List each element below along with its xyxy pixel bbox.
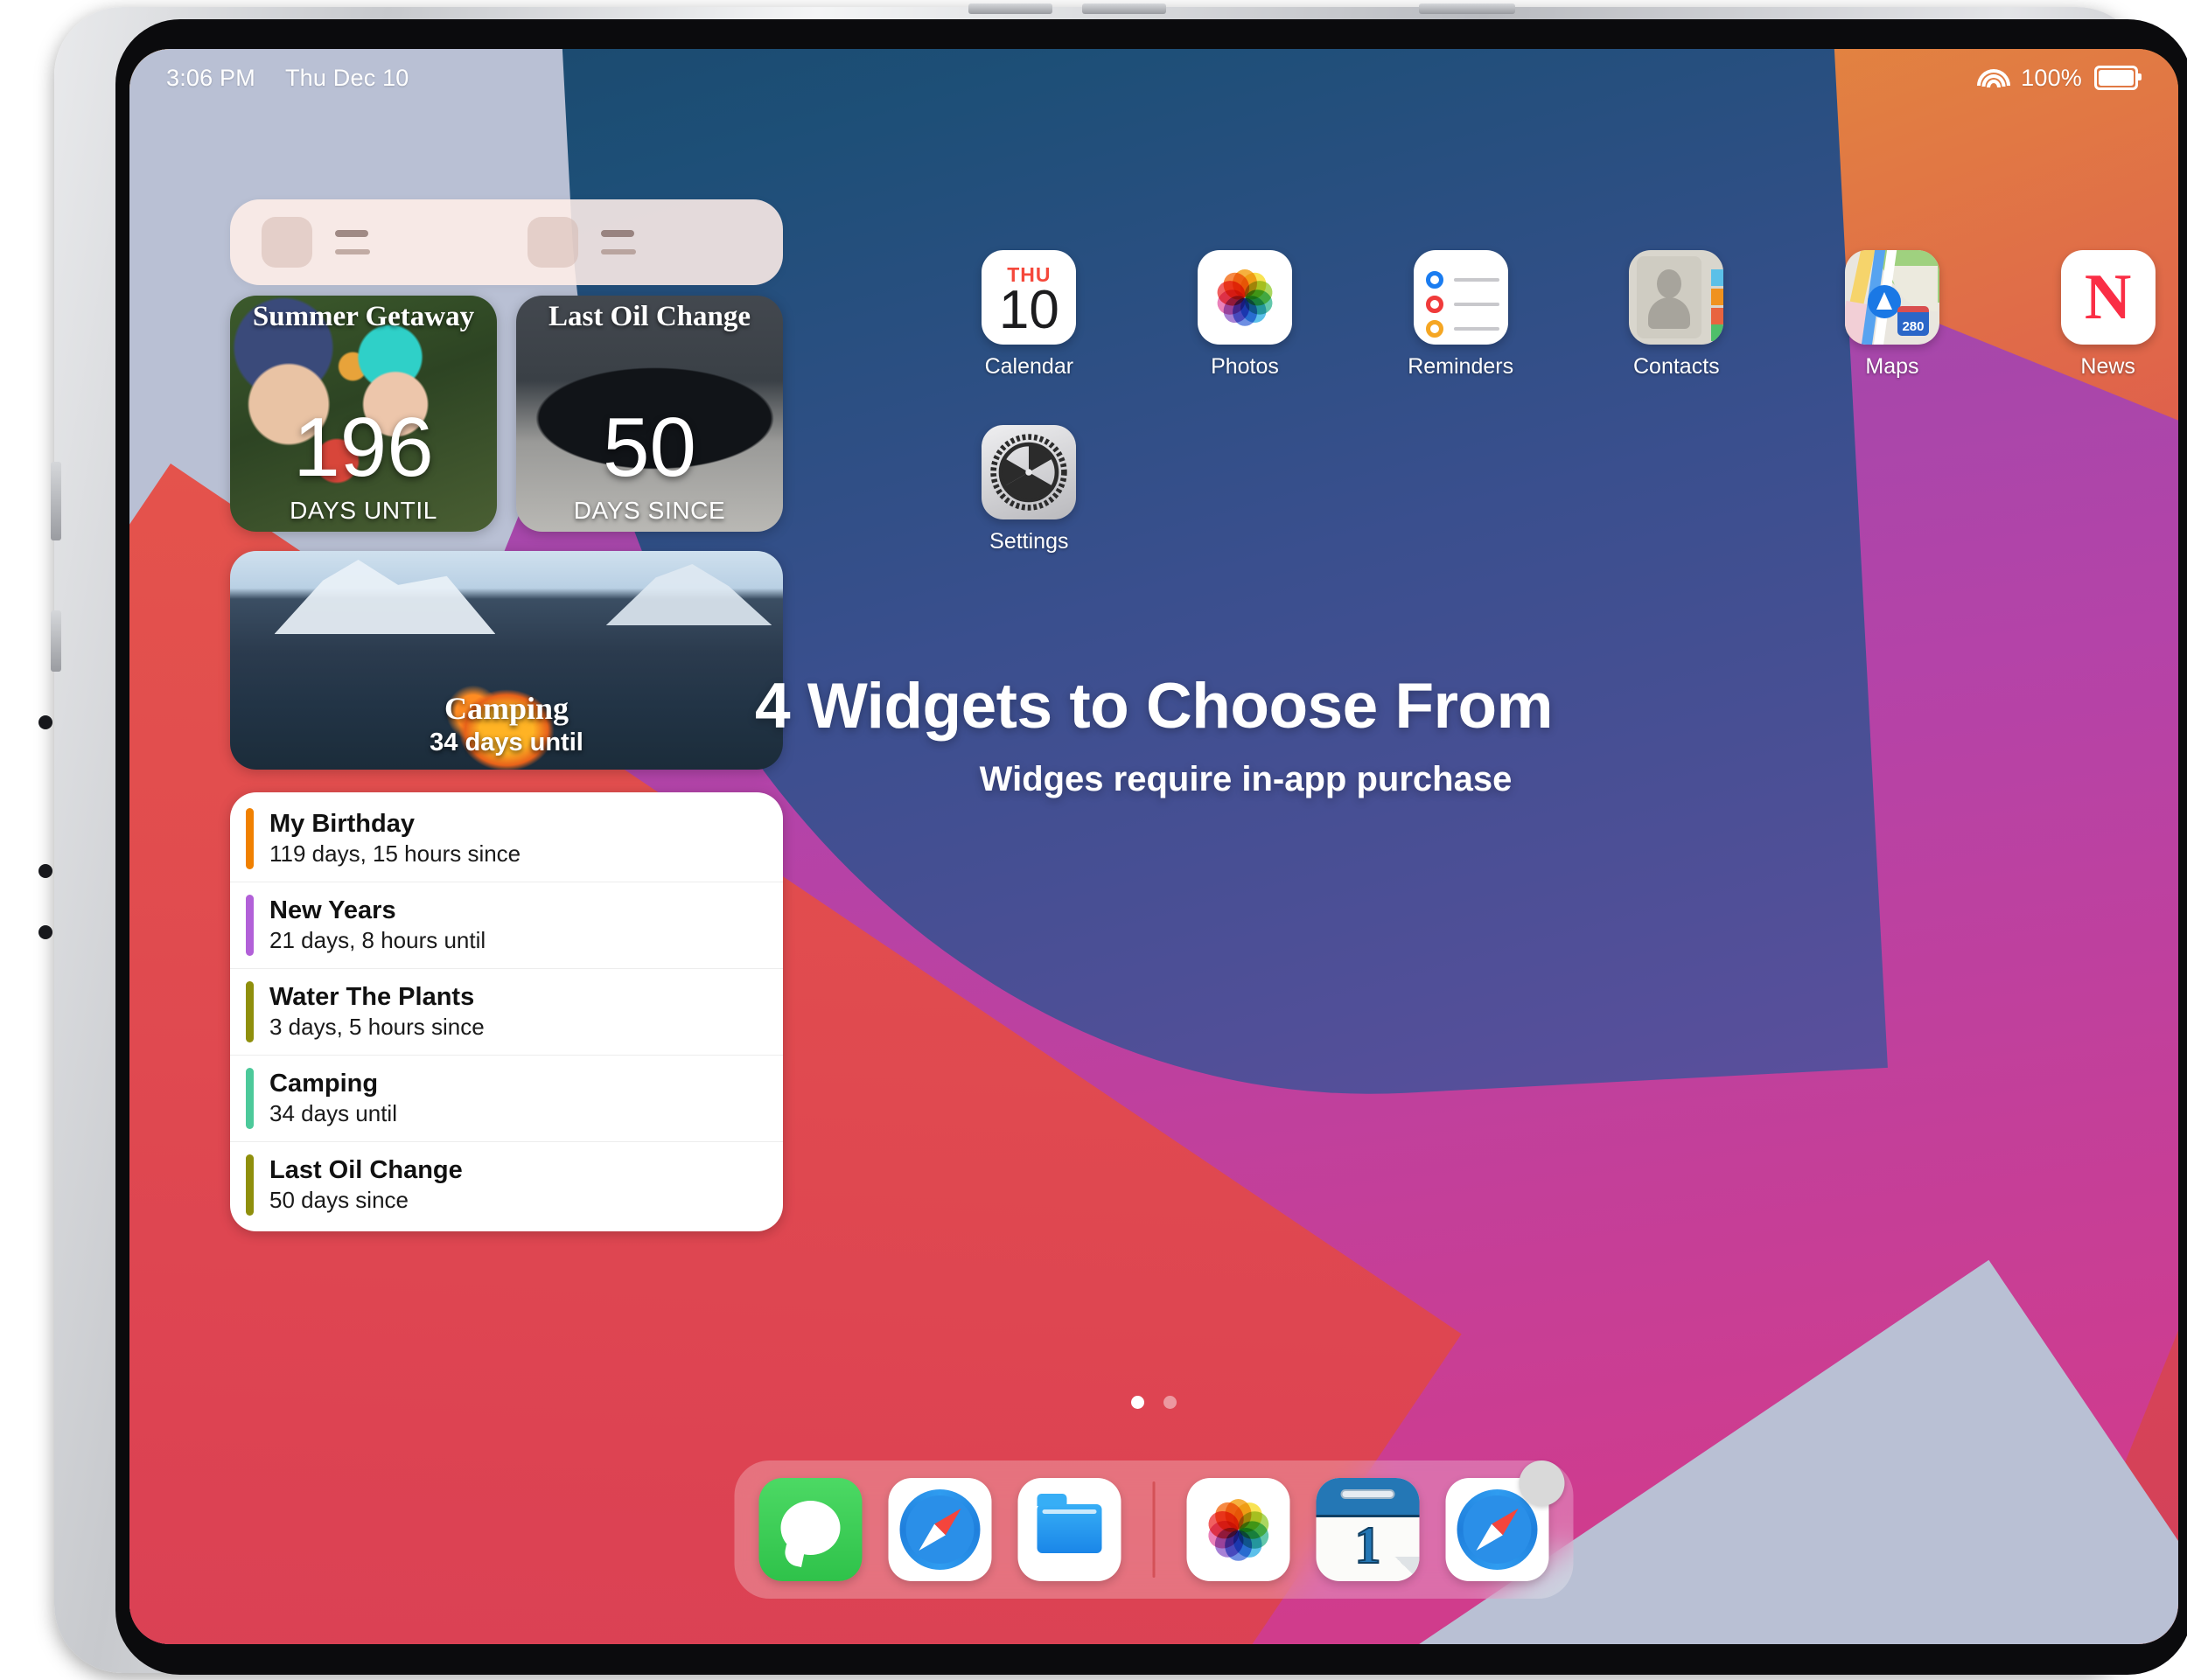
app-label: Reminders	[1408, 354, 1514, 379]
app-label: Settings	[989, 529, 1069, 554]
list-item-detail: 50 days since	[269, 1187, 409, 1214]
list-item-title: My Birthday	[269, 810, 415, 838]
safari-icon	[899, 1489, 981, 1570]
app-settings[interactable]: Settings	[921, 425, 1137, 554]
calendar-day-number: 10	[998, 279, 1059, 340]
files-icon	[1037, 1494, 1102, 1553]
list-item-title: New Years	[269, 896, 396, 925]
widget-title: Last Oil Change	[548, 301, 751, 332]
page-dot-2[interactable]	[1163, 1396, 1177, 1409]
app-photos[interactable]: Photos	[1137, 250, 1353, 380]
photos-icon	[1197, 250, 1292, 345]
settings-gear-icon	[982, 425, 1077, 519]
ipad-device-frame: 3:06 PM Thu Dec 10 100% Summer Getaway 1…	[38, 3, 2187, 1675]
placeholder-line-primary	[601, 230, 634, 237]
dock-item-safari-recent-wrap	[1445, 1460, 1565, 1581]
news-icon: N	[2060, 250, 2156, 345]
dock-item-files[interactable]	[1017, 1478, 1121, 1581]
widget-title: Summer Getaway	[252, 301, 475, 332]
placeholder-line-primary	[335, 230, 368, 237]
list-item-title: Last Oil Change	[269, 1156, 463, 1185]
photo-widget-row: Summer Getaway 196 DAYS UNTIL Last Oil C…	[230, 296, 783, 532]
reminders-icon	[1413, 250, 1508, 345]
widget-subtitle: 34 days until	[430, 728, 583, 756]
contacts-icon	[1629, 250, 1724, 345]
page-indicator[interactable]	[129, 1396, 2178, 1409]
left-side-nub	[51, 462, 61, 540]
status-time: 3:06 PM	[166, 64, 255, 91]
wifi-icon	[1977, 67, 2011, 89]
battery-full-icon	[2094, 66, 2142, 90]
page-dot-1[interactable]	[1131, 1396, 1144, 1409]
widget-caption: DAYS UNTIL	[290, 497, 437, 524]
dock-item-messages[interactable]	[758, 1478, 863, 1581]
list-item-title: Camping	[269, 1070, 379, 1098]
list-item-detail: 119 days, 15 hours since	[269, 840, 521, 868]
widget-caption: DAYS SINCE	[573, 497, 726, 524]
app-news[interactable]: N News	[2000, 250, 2178, 380]
app-calendar[interactable]: THU 10 Calendar	[921, 250, 1137, 380]
app-label: Contacts	[1632, 354, 1720, 379]
list-item-detail: 21 days, 8 hours until	[269, 927, 486, 954]
home-screen[interactable]: 3:06 PM Thu Dec 10 100% Summer Getaway 1…	[129, 49, 2178, 1644]
widget-title: Camping	[444, 691, 569, 726]
maps-arrow-icon	[1867, 285, 1901, 318]
volume-button-up[interactable]	[968, 3, 1052, 14]
list-item-title: Water The Plants	[269, 983, 475, 1012]
status-date: Thu Dec 10	[284, 64, 409, 91]
list-item-color-bar	[246, 981, 254, 1043]
list-item-color-bar	[246, 808, 254, 870]
mic-port	[38, 864, 52, 878]
app-label: Photos	[1211, 354, 1279, 379]
dock-divider	[1152, 1481, 1156, 1578]
list-item[interactable]: My Birthday 119 days, 15 hours since	[230, 796, 783, 883]
list-item-detail: 3 days, 5 hours since	[269, 1014, 485, 1041]
list-item-color-bar	[246, 1068, 254, 1130]
list-item[interactable]: Camping 34 days until	[230, 1056, 783, 1143]
front-camera	[38, 715, 52, 729]
placeholder-thumb	[262, 217, 312, 268]
status-bar: 3:06 PM Thu Dec 10 100%	[129, 58, 2178, 98]
placeholder-line-secondary	[601, 249, 636, 254]
dock-item-calendar-recent[interactable]: 1	[1316, 1478, 1420, 1581]
safari-icon	[1457, 1489, 1538, 1570]
calendar-icon: THU 10	[982, 250, 1077, 345]
app-contacts[interactable]: Contacts	[1569, 250, 1785, 380]
list-item-color-bar	[246, 895, 254, 957]
messages-icon	[780, 1500, 841, 1555]
widget-summer-getaway[interactable]: Summer Getaway 196 DAYS UNTIL	[230, 296, 497, 532]
widget-count: 196	[293, 401, 434, 494]
news-glyph: N	[2084, 261, 2132, 333]
dock-item-safari[interactable]	[888, 1478, 992, 1581]
widget-column: Summer Getaway 196 DAYS UNTIL Last Oil C…	[230, 199, 783, 1232]
widget-stack-placeholder[interactable]	[230, 199, 783, 285]
app-label: News	[2080, 354, 2135, 379]
volume-button-down[interactable]	[1082, 3, 1166, 14]
widget-camping[interactable]: Camping 34 days until	[230, 551, 783, 770]
app-label: Calendar	[984, 354, 1074, 379]
mic-port-2	[38, 925, 52, 939]
dock: 1	[734, 1460, 1574, 1599]
list-item-detail: 34 days until	[269, 1100, 397, 1127]
list-item[interactable]: Last Oil Change 50 days since	[230, 1142, 783, 1228]
app-label: Maps	[1865, 354, 1919, 379]
battery-percent-label: 100%	[2021, 64, 2082, 91]
handle-badge-icon[interactable]	[1519, 1460, 1565, 1506]
power-button[interactable]	[1419, 3, 1515, 14]
placeholder-thumb	[528, 217, 578, 268]
widget-count: 50	[603, 401, 696, 494]
list-item[interactable]: New Years 21 days, 8 hours until	[230, 882, 783, 970]
placeholder-line-secondary	[335, 249, 370, 254]
widget-last-oil-change[interactable]: Last Oil Change 50 DAYS SINCE	[516, 296, 783, 532]
app-reminders[interactable]: Reminders	[1352, 250, 1569, 380]
widget-countdown-list[interactable]: My Birthday 119 days, 15 hours since New Y…	[230, 792, 783, 1232]
list-item[interactable]: Water The Plants 3 days, 5 hours since	[230, 969, 783, 1056]
highway-shield: 280	[1897, 306, 1929, 336]
left-side-nub-2	[51, 610, 61, 672]
app-maps[interactable]: 280 Maps	[1785, 250, 2001, 380]
app-grid: THU 10 Calendar Photos Reminders Contact…	[921, 250, 2178, 554]
dock-item-photos-recent[interactable]	[1186, 1478, 1290, 1581]
list-item-color-bar	[246, 1154, 254, 1216]
maps-icon: 280	[1844, 250, 1939, 345]
